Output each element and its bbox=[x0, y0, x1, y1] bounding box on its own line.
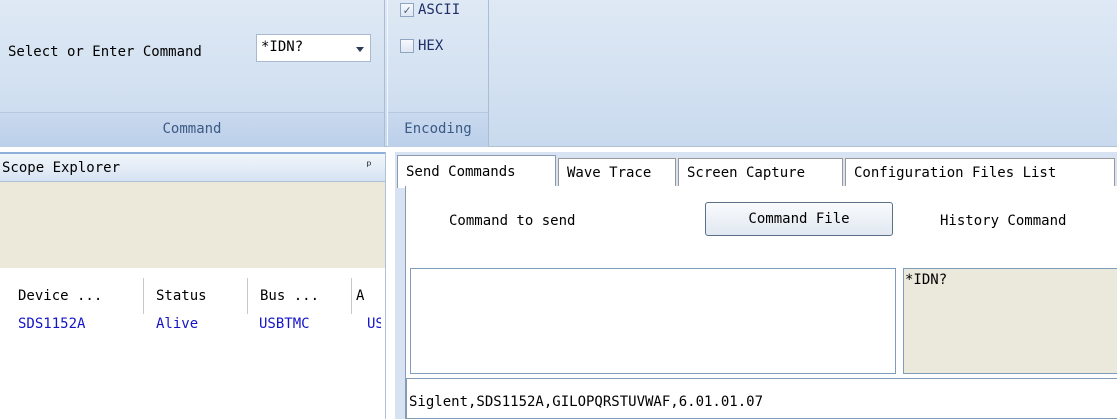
command-combo[interactable]: *IDN? bbox=[256, 34, 371, 62]
tab-wave-trace[interactable]: Wave Trace bbox=[558, 158, 676, 187]
explorer-toolbar-area bbox=[0, 182, 385, 268]
ascii-checkbox-row[interactable]: ✓ ASCII bbox=[400, 2, 460, 18]
command-file-button[interactable]: Command File bbox=[705, 202, 893, 236]
column-header-status[interactable]: Status bbox=[144, 278, 248, 314]
chevron-down-icon[interactable] bbox=[356, 47, 364, 52]
encoding-group-caption: Encoding bbox=[388, 112, 488, 147]
response-output[interactable]: Siglent,SDS1152A,GILOPQRSTUVWAF,6.01.01.… bbox=[406, 378, 1117, 419]
encoding-group: ✓ ASCII HEX Encoding bbox=[387, 0, 489, 147]
tab-screen-capture[interactable]: Screen Capture bbox=[678, 158, 843, 187]
device-status-cell[interactable]: Alive bbox=[156, 316, 198, 332]
tab-send-commands[interactable]: Send Commands bbox=[397, 155, 556, 188]
hex-checkbox[interactable] bbox=[400, 39, 414, 53]
hex-label[interactable]: HEX bbox=[418, 38, 443, 54]
device-row[interactable]: SDS1152A Alive USBTMC US bbox=[0, 316, 385, 336]
main-panel: Send Commands Wave Trace Screen Capture … bbox=[395, 152, 1117, 419]
scope-explorer-panel: Scope Explorer ᵖ Device ... Status Bus .… bbox=[0, 152, 386, 419]
pin-icon[interactable]: ᵖ bbox=[365, 159, 373, 174]
response-text: Siglent,SDS1152A,GILOPQRSTUVWAF,6.01.01.… bbox=[409, 394, 764, 410]
ascii-checkbox[interactable]: ✓ bbox=[400, 3, 414, 17]
device-name-cell[interactable]: SDS1152A bbox=[18, 316, 85, 332]
hex-checkbox-row[interactable]: HEX bbox=[400, 38, 443, 54]
command-select-label: Select or Enter Command bbox=[8, 44, 202, 60]
command-input[interactable] bbox=[410, 268, 896, 374]
ascii-label[interactable]: ASCII bbox=[418, 2, 460, 18]
scope-explorer-header: Scope Explorer ᵖ bbox=[0, 152, 385, 182]
ribbon: Select or Enter Command *IDN? Command ✓ … bbox=[0, 0, 1117, 147]
command-to-send-label: Command to send bbox=[449, 213, 576, 229]
scope-explorer-title: Scope Explorer bbox=[2, 160, 121, 176]
history-item[interactable]: *IDN? bbox=[905, 272, 947, 288]
history-command-list[interactable]: *IDN? bbox=[903, 268, 1117, 374]
command-group: Select or Enter Command *IDN? Command bbox=[0, 0, 385, 147]
command-group-caption: Command bbox=[0, 112, 384, 147]
send-commands-content: Command to send Command File History Com… bbox=[405, 186, 1117, 419]
device-bus-cell[interactable]: USBTMC bbox=[259, 316, 310, 332]
history-command-label: History Command bbox=[940, 213, 1067, 229]
command-combo-value[interactable]: *IDN? bbox=[261, 39, 303, 55]
column-header-device[interactable]: Device ... bbox=[0, 278, 144, 314]
device-address-cell[interactable]: US bbox=[367, 316, 381, 332]
column-header-address[interactable]: A bbox=[352, 278, 385, 314]
device-list-header: Device ... Status Bus ... A bbox=[0, 278, 385, 314]
column-header-bus[interactable]: Bus ... bbox=[248, 278, 352, 314]
tab-configuration-files-list[interactable]: Configuration Files List bbox=[845, 158, 1115, 187]
